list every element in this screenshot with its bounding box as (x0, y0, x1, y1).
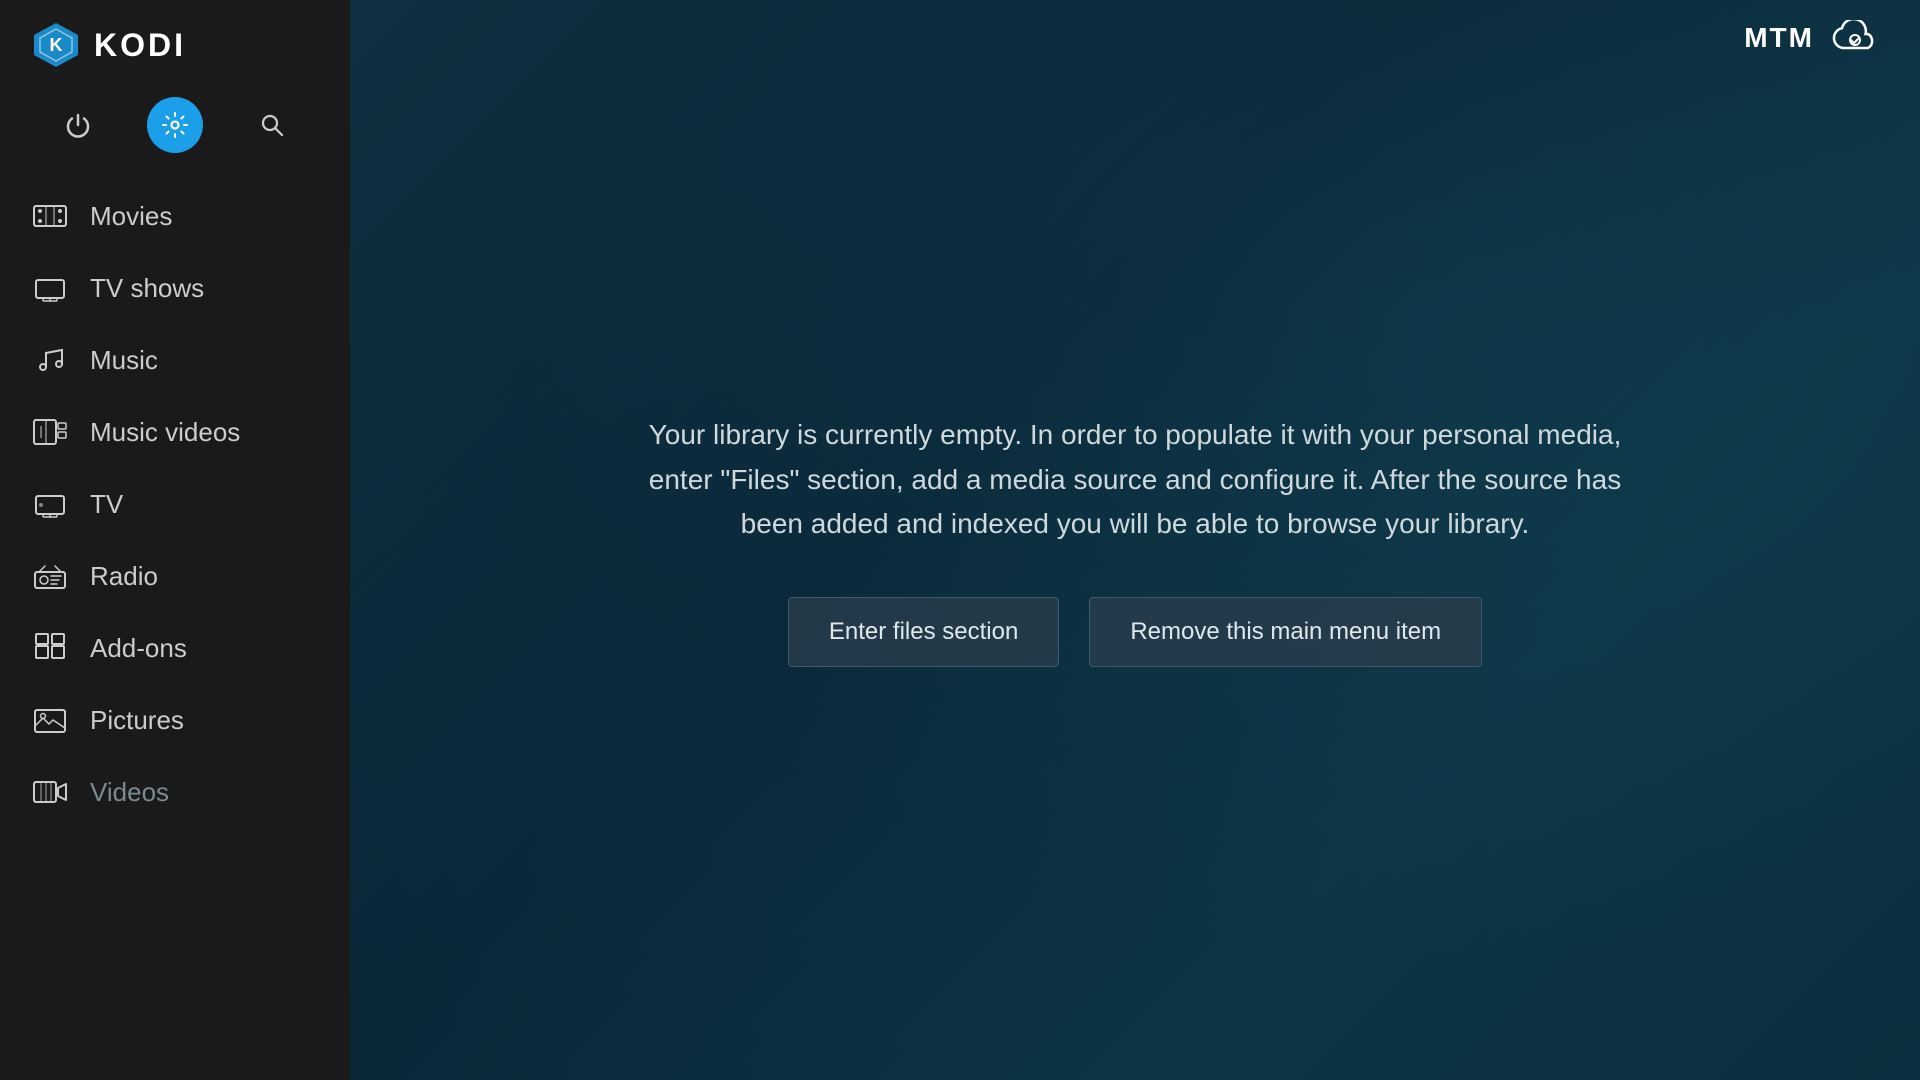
sidebar-item-tv-shows-label: TV shows (90, 273, 204, 304)
sidebar-item-tv-shows[interactable]: TV shows (0, 252, 350, 324)
sidebar-item-music[interactable]: Music (0, 324, 350, 396)
sidebar-item-music-videos[interactable]: Music videos (0, 396, 350, 468)
action-buttons: Enter files section Remove this main men… (625, 597, 1645, 667)
sidebar-item-radio[interactable]: Radio (0, 540, 350, 612)
music-videos-icon (32, 414, 68, 450)
sidebar-item-pictures-label: Pictures (90, 705, 184, 736)
videos-icon (32, 774, 68, 810)
main-content: MTM Your library is currently empty. In … (350, 0, 1920, 1080)
tv-icon (32, 486, 68, 522)
sidebar-item-addons[interactable]: Add-ons (0, 612, 350, 684)
music-icon (32, 342, 68, 378)
content-area: Your library is currently empty. In orde… (585, 373, 1685, 707)
tv-shows-icon (32, 270, 68, 306)
sidebar-item-videos[interactable]: Videos (0, 756, 350, 828)
empty-library-message: Your library is currently empty. In orde… (625, 413, 1645, 547)
movies-icon (32, 198, 68, 234)
enter-files-button[interactable]: Enter files section (788, 597, 1059, 667)
sidebar-item-movies[interactable]: Movies (0, 180, 350, 252)
radio-icon (32, 558, 68, 594)
sidebar-item-music-label: Music (90, 345, 158, 376)
power-button[interactable] (50, 97, 106, 153)
sidebar-item-movies-label: Movies (90, 201, 172, 232)
kodi-title: KODI (94, 27, 186, 64)
sidebar-item-pictures[interactable]: Pictures (0, 684, 350, 756)
sidebar-item-music-videos-label: Music videos (90, 417, 240, 448)
cloud-icon (1830, 20, 1880, 56)
icon-row (0, 90, 350, 170)
kodi-icon: K (30, 19, 82, 71)
sidebar-item-radio-label: Radio (90, 561, 158, 592)
settings-button[interactable] (147, 97, 203, 153)
sidebar: K KODI (0, 0, 350, 1080)
header-right: MTM (1744, 20, 1880, 56)
addons-icon (32, 630, 68, 666)
sidebar-item-videos-label: Videos (90, 777, 169, 808)
remove-menu-item-button[interactable]: Remove this main menu item (1089, 597, 1482, 667)
kodi-logo: K KODI (30, 19, 186, 71)
search-button[interactable] (244, 97, 300, 153)
svg-text:K: K (50, 35, 63, 55)
pictures-icon (32, 702, 68, 738)
nav-menu: Movies TV shows Music (0, 170, 350, 1080)
sidebar-item-addons-label: Add-ons (90, 633, 187, 664)
sidebar-item-tv[interactable]: TV (0, 468, 350, 540)
branding-text: MTM (1744, 22, 1814, 54)
sidebar-item-tv-label: TV (90, 489, 123, 520)
top-bar: K KODI (0, 0, 350, 90)
